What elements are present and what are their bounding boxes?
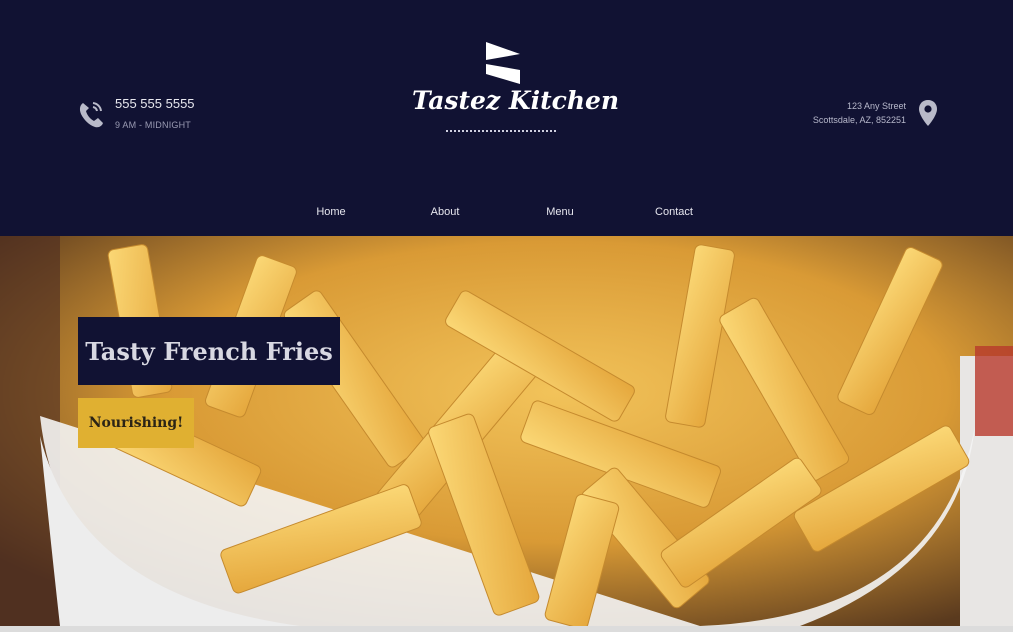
nav-contact[interactable]: Contact: [655, 206, 693, 218]
hero-banner: Tasty French Fries Nourishing!: [0, 236, 1013, 626]
phone-number[interactable]: 555 555 5555: [115, 96, 195, 111]
hero-title-box: Tasty French Fries: [78, 317, 340, 385]
page-bottom-edge: [0, 626, 1013, 632]
flag-logo-icon: [486, 42, 520, 84]
nav-home[interactable]: Home: [316, 206, 345, 218]
hero-title: Tasty French Fries: [85, 336, 333, 366]
address-street: 123 Any Street: [846, 101, 906, 111]
phone-icon: [79, 102, 103, 128]
main-nav: Home About Menu Contact: [0, 206, 1013, 228]
site-logo[interactable]: Tastez Kitchen: [412, 38, 620, 142]
address-contact: 123 Any Street Scottsdale, AZ, 852251: [738, 99, 938, 139]
nav-about[interactable]: About: [431, 206, 460, 218]
map-pin-icon[interactable]: [918, 99, 938, 127]
nav-menu[interactable]: Menu: [546, 206, 574, 218]
address-city: Scottsdale, AZ, 852251: [812, 115, 906, 125]
hero-cta-button[interactable]: Nourishing!: [78, 398, 194, 448]
opening-hours: 9 AM - MIDNIGHT: [115, 120, 192, 130]
site-header: 555 555 5555 9 AM - MIDNIGHT Tastez Kitc…: [0, 0, 1013, 236]
logo-name: Tastez Kitchen: [412, 86, 620, 115]
logo-tagline-decoration: [446, 130, 558, 132]
